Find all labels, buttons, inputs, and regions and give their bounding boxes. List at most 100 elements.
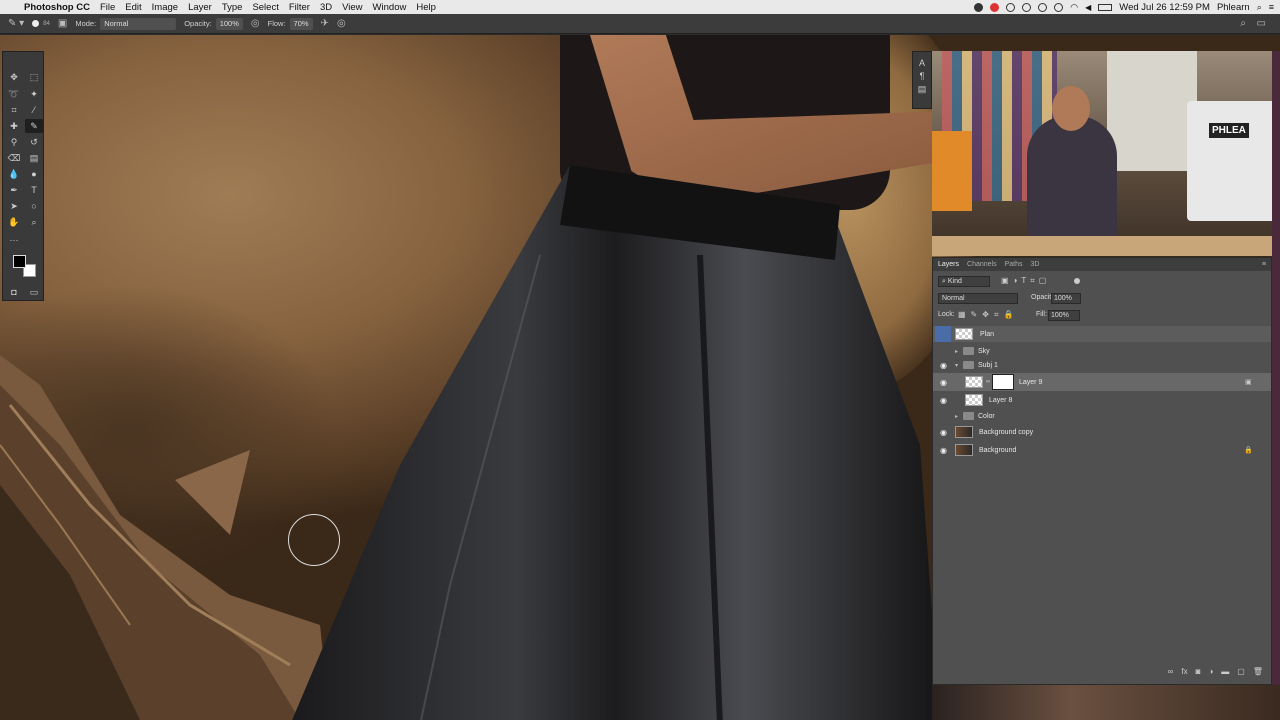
pressure-opacity-icon[interactable]: ◎ bbox=[251, 18, 260, 29]
brush-tool-icon[interactable]: ✎ ▾ bbox=[8, 18, 24, 29]
expand-chevron-icon[interactable]: ▸ bbox=[955, 413, 958, 420]
zoom-tool-icon[interactable]: ⌕ bbox=[25, 215, 43, 229]
layer-row-layer8[interactable]: ◉ Layer 8 bbox=[933, 392, 1271, 408]
app-menu[interactable]: Photoshop CC bbox=[24, 2, 90, 13]
visibility-eye-icon[interactable]: ◉ bbox=[939, 446, 948, 455]
ellipse-tool-icon[interactable]: ○ bbox=[25, 199, 43, 213]
layer-opacity-field[interactable]: 100% bbox=[1051, 293, 1081, 304]
record-icon[interactable] bbox=[974, 2, 984, 12]
clone-stamp-tool-icon[interactable]: ⚲ bbox=[5, 135, 23, 149]
dodge-tool-icon[interactable]: ● bbox=[25, 167, 43, 181]
expand-chevron-icon[interactable]: ▸ bbox=[955, 348, 958, 355]
menu-layer[interactable]: Layer bbox=[188, 2, 212, 13]
time-machine-icon[interactable] bbox=[1038, 2, 1048, 12]
filter-toggle-icon[interactable] bbox=[1074, 278, 1080, 284]
menu-help[interactable]: Help bbox=[416, 2, 436, 13]
character-panel-icon[interactable]: A bbox=[913, 58, 931, 68]
adjustment-layer-icon[interactable]: ◑ bbox=[1208, 667, 1213, 676]
move-tool-icon[interactable]: ✥ bbox=[5, 70, 23, 84]
creative-cloud-icon[interactable] bbox=[990, 2, 1000, 12]
brush-panel-icon[interactable]: ▣ bbox=[58, 18, 67, 29]
history-brush-tool-icon[interactable]: ↺ bbox=[25, 135, 43, 149]
layer-name[interactable]: Background bbox=[979, 447, 1016, 454]
layer-mask-thumbnail[interactable] bbox=[992, 374, 1014, 390]
spotlight-icon[interactable]: ⌕ bbox=[1257, 2, 1262, 13]
layer-row-plan[interactable]: Plan bbox=[933, 326, 1271, 342]
layer-fill-field[interactable]: 100% bbox=[1048, 310, 1080, 321]
menu-file[interactable]: File bbox=[100, 2, 115, 13]
menu-edit[interactable]: Edit bbox=[125, 2, 141, 13]
user-name[interactable]: Phlearn bbox=[1217, 2, 1250, 13]
workspace-icon[interactable]: ▭ bbox=[1257, 18, 1266, 29]
airbrush-icon[interactable]: ✈ bbox=[321, 18, 329, 29]
visibility-eye-icon[interactable]: ◉ bbox=[939, 428, 948, 437]
tab-layers[interactable]: Layers bbox=[938, 261, 959, 268]
visibility-eye-icon[interactable]: ◉ bbox=[939, 378, 948, 387]
quick-mask-icon[interactable]: ◘ bbox=[5, 285, 23, 299]
opacity-field[interactable]: 100% bbox=[215, 17, 243, 30]
gradient-tool-icon[interactable]: ▤ bbox=[25, 151, 43, 165]
menu-window[interactable]: Window bbox=[373, 2, 407, 13]
crop-tool-icon[interactable]: ⌗ bbox=[5, 103, 23, 117]
paragraph-panel-icon[interactable]: ¶ bbox=[913, 71, 931, 81]
tab-paths[interactable]: Paths bbox=[1005, 261, 1023, 268]
new-layer-icon[interactable]: ▢ bbox=[1237, 667, 1245, 676]
healing-brush-tool-icon[interactable]: ✚ bbox=[5, 119, 23, 133]
menu-image[interactable]: Image bbox=[152, 2, 178, 13]
layer-style-icon[interactable]: fx bbox=[1181, 667, 1187, 676]
properties-panel-icon[interactable]: ▤ bbox=[913, 84, 931, 95]
layer-name[interactable]: Subj 1 bbox=[978, 362, 998, 369]
screen-mode-icon[interactable]: ▭ bbox=[25, 285, 43, 299]
eyedropper-tool-icon[interactable]: ⁄ bbox=[25, 103, 43, 117]
search-icon[interactable]: ⌕ bbox=[1240, 18, 1246, 29]
collapse-chevron-icon[interactable]: ▾ bbox=[955, 362, 958, 369]
blend-mode-select[interactable]: Normal bbox=[938, 293, 1018, 304]
quick-select-tool-icon[interactable]: ✦ bbox=[25, 87, 43, 101]
brush-tool-icon[interactable]: ✎ bbox=[25, 119, 43, 133]
more-tools-icon[interactable]: ··· bbox=[5, 233, 23, 247]
mask-link-icon[interactable]: ∞ bbox=[986, 379, 990, 385]
path-select-tool-icon[interactable]: ➤ bbox=[5, 199, 23, 213]
dropbox-icon[interactable] bbox=[1022, 2, 1032, 12]
add-mask-icon[interactable]: ◙ bbox=[1196, 667, 1201, 676]
clock[interactable]: Wed Jul 26 12:59 PM bbox=[1119, 2, 1210, 13]
panel-menu-icon[interactable]: ≡ bbox=[1262, 261, 1266, 268]
menu-view[interactable]: View bbox=[342, 2, 362, 13]
layer-name[interactable]: Layer 9 bbox=[1019, 379, 1042, 386]
mode-select[interactable]: Normal bbox=[100, 17, 177, 30]
sync-icon[interactable] bbox=[1006, 2, 1016, 12]
layer-row-color[interactable]: ▸ Color bbox=[933, 408, 1271, 424]
notification-center-icon[interactable]: ≡ bbox=[1269, 2, 1274, 12]
lasso-tool-icon[interactable]: ➰ bbox=[5, 87, 23, 101]
menu-select[interactable]: Select bbox=[252, 2, 278, 13]
filter-icons[interactable]: ▣◑T⌗▢ bbox=[1001, 276, 1050, 286]
pressure-size-icon[interactable]: ◎ bbox=[337, 18, 346, 29]
layer-name[interactable]: Background copy bbox=[979, 429, 1033, 436]
layer-row-background[interactable]: ◉ Background 🔒 bbox=[933, 442, 1271, 458]
layer-name[interactable]: Plan bbox=[980, 331, 994, 338]
bluetooth-icon[interactable] bbox=[1054, 2, 1064, 12]
layer-row-subj1[interactable]: ◉ ▾ Subj 1 bbox=[933, 357, 1271, 373]
lock-icons[interactable]: ▦✎✥⌗🔒 bbox=[958, 310, 1018, 320]
layer-row-background-copy[interactable]: ◉ Background copy bbox=[933, 424, 1271, 440]
tab-3d[interactable]: 3D bbox=[1031, 261, 1040, 268]
type-tool-icon[interactable]: T bbox=[25, 183, 43, 197]
new-group-icon[interactable]: ▬ bbox=[1221, 667, 1229, 676]
pen-tool-icon[interactable]: ✒ bbox=[5, 183, 23, 197]
marquee-tool-icon[interactable]: ⬚ bbox=[25, 70, 43, 84]
visibility-eye-icon[interactable]: ◉ bbox=[939, 396, 948, 405]
layer-name[interactable]: Layer 8 bbox=[989, 397, 1012, 404]
battery-icon[interactable] bbox=[1098, 3, 1113, 11]
menu-type[interactable]: Type bbox=[222, 2, 243, 13]
volume-icon[interactable]: ◀ bbox=[1085, 3, 1091, 12]
delete-layer-icon[interactable]: 🗑 bbox=[1253, 667, 1263, 676]
foreground-color-swatch[interactable] bbox=[13, 255, 26, 268]
hand-tool-icon[interactable]: ✋ bbox=[5, 215, 23, 229]
layer-name[interactable]: Sky bbox=[978, 348, 990, 355]
flow-field[interactable]: 70% bbox=[289, 17, 313, 30]
menu-filter[interactable]: Filter bbox=[289, 2, 310, 13]
layer-row-layer9[interactable]: ◉ ∞ Layer 9 ▣ bbox=[933, 373, 1271, 391]
blur-tool-icon[interactable]: 💧 bbox=[5, 167, 23, 181]
visibility-eye-icon[interactable]: ◉ bbox=[939, 361, 948, 370]
tab-channels[interactable]: Channels bbox=[967, 261, 997, 268]
